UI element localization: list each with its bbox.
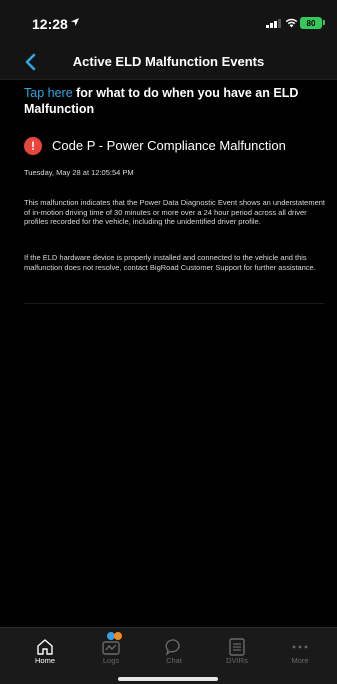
dvir-icon bbox=[229, 638, 245, 656]
tab-logs-label: Logs bbox=[102, 656, 120, 665]
tab-home[interactable]: Home bbox=[14, 628, 76, 674]
home-indicator[interactable] bbox=[118, 677, 218, 681]
cellular-signal-icon bbox=[266, 19, 281, 28]
tab-dvirs-label: DVIRs bbox=[226, 656, 248, 665]
status-time: 12:28 bbox=[32, 16, 68, 32]
chat-icon bbox=[165, 639, 180, 656]
tab-home-label: Home bbox=[34, 656, 55, 665]
battery-level: 80 bbox=[306, 18, 316, 28]
tab-chat[interactable]: Chat bbox=[143, 628, 205, 674]
battery-tip bbox=[323, 20, 325, 25]
tab-more[interactable]: More bbox=[269, 628, 331, 674]
help-banner: Tap here for what to do when you have an… bbox=[24, 85, 324, 117]
tab-chat-label: Chat bbox=[166, 656, 182, 665]
event-instructions: If the ELD hardware device is properly i… bbox=[24, 253, 316, 272]
more-icon bbox=[292, 645, 308, 649]
wifi-icon bbox=[285, 18, 298, 28]
nav-bar: Active ELD Malfunction Events bbox=[0, 44, 337, 80]
event-title: Code P - Power Compliance Malfunction bbox=[52, 138, 286, 153]
alert-icon: ! bbox=[24, 137, 42, 155]
tab-bar: Home Logs Chat DVIRs More bbox=[0, 627, 337, 684]
event-timestamp: Tuesday, May 28 at 12:05:54 PM bbox=[24, 168, 134, 177]
divider bbox=[24, 303, 324, 304]
logs-badge-orange bbox=[114, 632, 122, 640]
status-bar: 12:28 80 bbox=[0, 0, 337, 44]
tab-more-label: More bbox=[291, 656, 309, 665]
battery-indicator: 80 bbox=[300, 17, 322, 29]
tab-logs[interactable]: Logs bbox=[80, 628, 142, 674]
help-link[interactable]: Tap here bbox=[24, 86, 73, 100]
tab-dvirs[interactable]: DVIRs bbox=[206, 628, 268, 674]
page-title: Active ELD Malfunction Events bbox=[72, 54, 265, 69]
home-icon bbox=[37, 639, 53, 655]
event-description: This malfunction indicates that the Powe… bbox=[24, 198, 325, 227]
location-arrow-icon bbox=[71, 18, 79, 26]
